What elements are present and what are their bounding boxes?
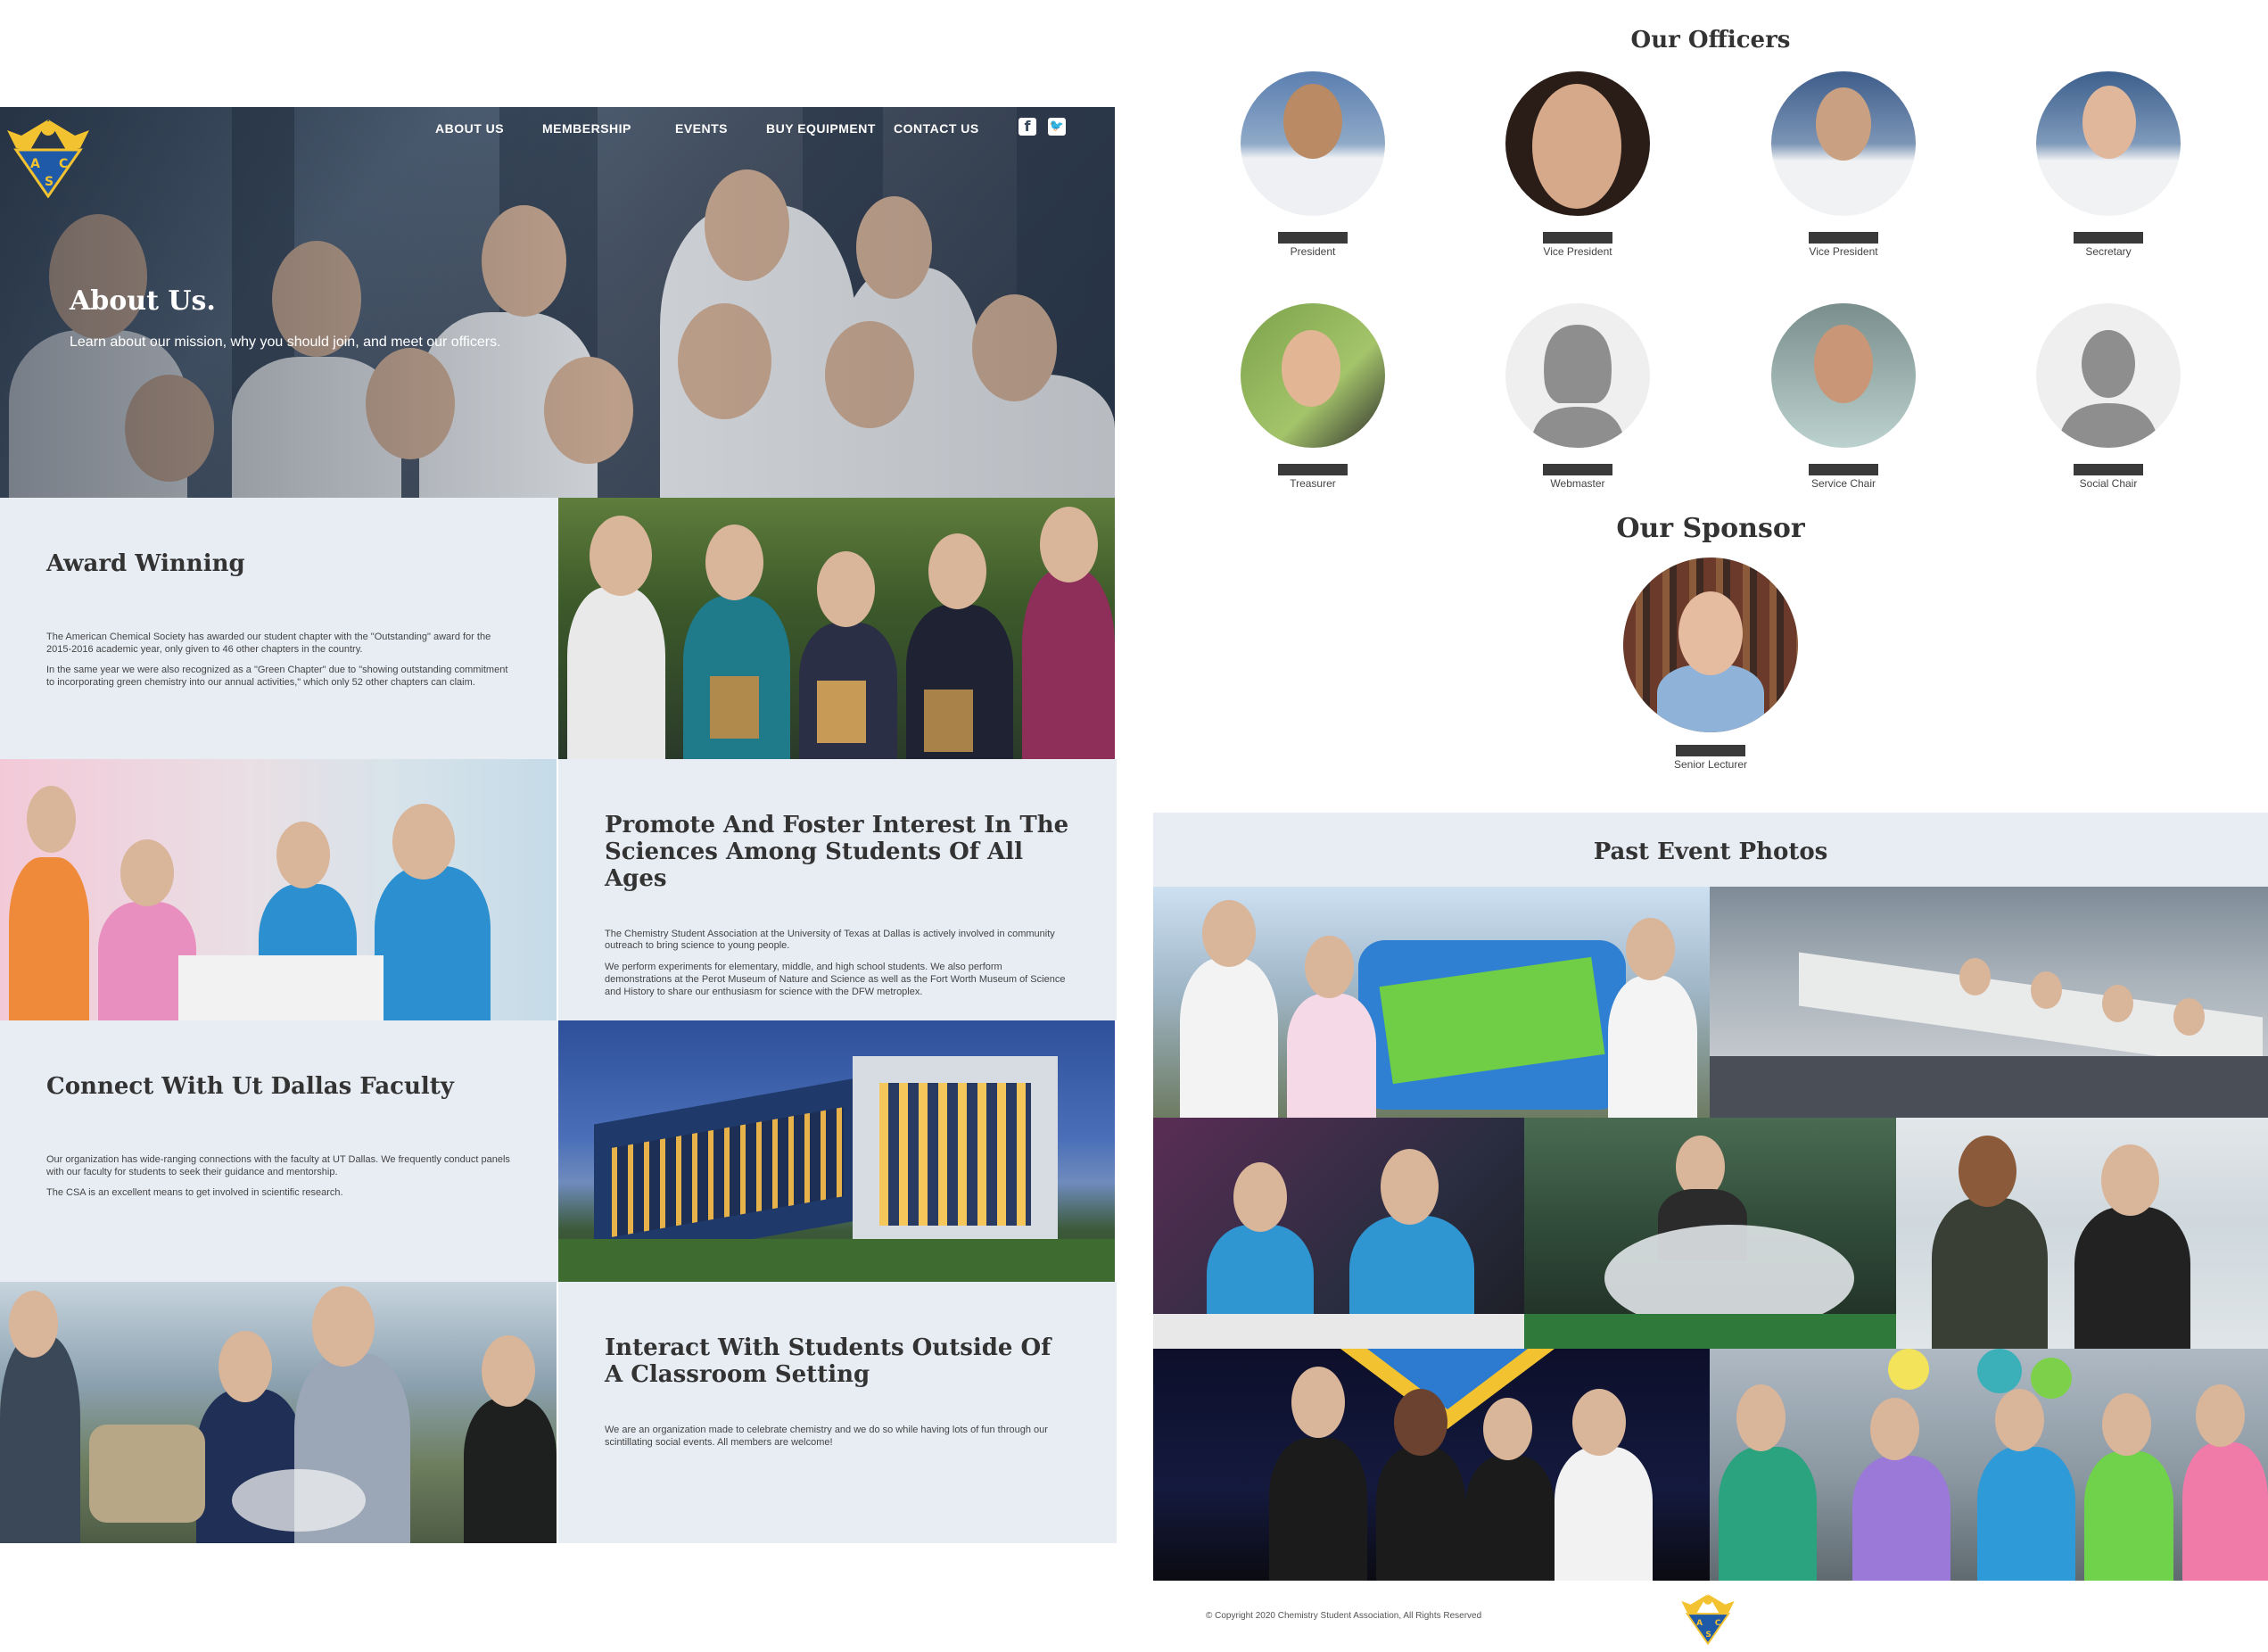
officer-avatar [1505,71,1650,216]
officers-title: Our Officers [1630,27,1791,54]
section-paragraph: The CSA is an excellent means to get inv… [46,1187,343,1199]
section-connect-faculty: Connect With Ut Dallas Faculty Our organ… [0,1020,558,1282]
sponsor-role: Senior Lecturer [1673,758,1748,771]
officer-role: Webmaster [1550,477,1605,490]
section-interact-students: Interact With Students Outside Of A Clas… [558,1282,1117,1543]
officer-name-redacted [1543,464,1612,475]
footer-copyright: © Copyright 2020 Chemistry Student Assoc… [1206,1611,1482,1621]
section-paragraph: The Chemistry Student Association at the… [605,928,1055,952]
event-photo [1524,1118,1896,1349]
section-title: Promote And Foster Interest In The Scien… [605,812,1069,892]
officer-name-redacted [1809,464,1878,475]
footer-logo-letter-a: A [1696,1619,1703,1628]
section-paragraph: The American Chemical Society has awarde… [46,631,491,655]
officer-role: Service Chair [1810,477,1876,490]
section-promote-sciences: Promote And Foster Interest In The Scien… [558,759,1117,1020]
logo-letter-s: S [45,175,54,189]
logo-letter-a: A [30,157,40,171]
event-photo [1710,1349,2268,1581]
officer-card: Secretary [2033,71,2184,258]
officer-role: Secretary [2085,245,2132,258]
section-paragraph: We perform experiments for elementary, m… [605,962,1066,997]
section-title: Connect With Ut Dallas Faculty [46,1073,454,1100]
outreach-photo [0,759,557,1020]
officer-role: Vice President [1543,245,1612,258]
placeholder-avatar-female-icon [1505,303,1650,448]
officer-card: Service Chair [1768,303,1919,490]
section-title: Award Winning [46,550,245,577]
officer-name-redacted [1809,232,1878,244]
officer-card: Vice President [1502,71,1654,258]
section-award-winning: Award Winning The American Chemical Soci… [0,498,558,759]
event-photo [1710,887,2268,1118]
sponsor-name-redacted [1676,745,1745,756]
officer-role: President [1290,245,1336,258]
section-paragraph: Our organization has wide-ranging connec… [46,1153,510,1177]
campus-building-photo [558,1020,1115,1282]
officer-name-redacted [2074,464,2143,475]
event-photo [1153,1349,1710,1581]
footer-csa-logo-icon[interactable]: A C S [1677,1590,1739,1645]
csa-logo-icon[interactable]: A C S [4,112,93,198]
social-event-photo [0,1282,557,1543]
footer-logo-letter-c: C [1715,1619,1721,1628]
hero-subtitle: Learn about our mission, why you should … [70,335,501,350]
officer-card: Webmaster [1502,303,1654,490]
nav-membership[interactable]: MEMBERSHIP [542,121,631,136]
events-title: Past Event Photos [1593,838,1828,865]
twitter-icon[interactable]: 🐦 [1048,118,1066,136]
officer-name-redacted [1278,232,1348,244]
section-title: Interact With Students Outside Of A Clas… [605,1334,1052,1388]
footer-logo-letter-s: S [1705,1631,1711,1640]
officer-role: Treasurer [1290,477,1336,490]
section-paragraph: In the same year we were also recognized… [46,665,508,689]
officer-avatar [2036,71,2181,216]
nav-buy-equipment[interactable]: BUY EQUIPMENT [766,121,876,136]
hero-title: About Us. [70,285,216,317]
officer-name-redacted [2074,232,2143,244]
officer-card: President [1237,71,1389,258]
officer-name-redacted [1278,464,1348,475]
event-photo [1896,1118,2268,1349]
officer-avatar [1241,303,1385,448]
nav-about-us[interactable]: ABOUT US [435,121,504,136]
officer-role: Social Chair [2079,477,2138,490]
event-photo [1153,887,1710,1118]
officer-avatar [1241,71,1385,216]
officer-card: Treasurer [1237,303,1389,490]
officer-avatar [1771,71,1916,216]
award-photo [558,498,1115,759]
nav-contact-us[interactable]: CONTACT US [894,121,979,136]
section-paragraph: We are an organization made to celebrate… [605,1424,1048,1448]
facebook-icon[interactable]: f [1019,118,1036,136]
officer-role: Vice President [1809,245,1878,258]
officer-card: Social Chair [2033,303,2184,490]
placeholder-avatar-male-icon [2036,303,2181,448]
officer-card: Vice President [1768,71,1919,258]
sponsor-card: Senior Lecturer [1621,558,1800,771]
officer-name-redacted [1543,232,1612,244]
nav-events[interactable]: EVENTS [675,121,728,136]
event-photo [1153,1118,1524,1349]
sponsor-avatar [1623,558,1798,732]
logo-letter-c: C [59,157,68,171]
officer-avatar [1771,303,1916,448]
sponsor-title: Our Sponsor [1616,513,1805,544]
